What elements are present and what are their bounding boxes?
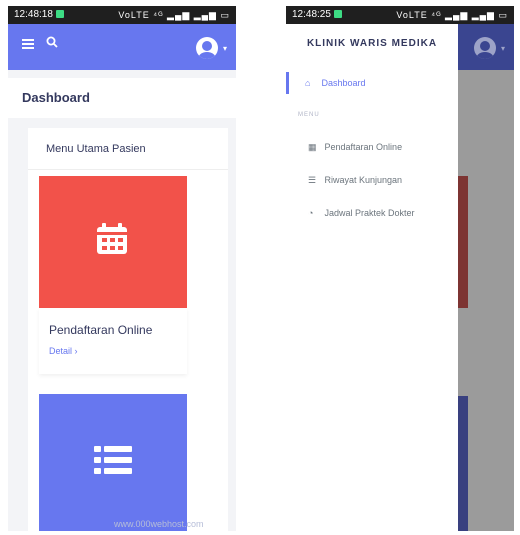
sidebar-item-pendaftaran[interactable]: ▦ Pendaftaran Online: [286, 136, 458, 158]
sidebar-item-label: Dashboard: [321, 78, 366, 88]
sidebar-item-riwayat[interactable]: ☰ Riwayat Kunjungan: [286, 169, 458, 191]
top-navbar: ▾: [8, 24, 236, 70]
chevron-down-icon[interactable]: ▾: [223, 44, 227, 53]
sidebar-item-label: Riwayat Kunjungan: [324, 175, 403, 185]
registration-tile-footer: Pendaftaran Online Detail ›: [39, 308, 187, 374]
sidebar-item-label: Jadwal Praktek Dokter: [324, 208, 415, 218]
hamburger-icon[interactable]: [22, 39, 34, 49]
dimmed-tile-edge: [458, 396, 468, 531]
notification-icon: [55, 10, 64, 18]
brand-name[interactable]: KLINIK WARIS MEDIKA: [286, 24, 458, 64]
list-icon: ☰: [308, 175, 317, 185]
status-icons: VoLTE ⁴ᴳ ▂▄▆ ▂▄▆ ▭: [118, 10, 230, 20]
sidebar-open-screen: 12:48:25 VoLTE ⁴ᴳ ▂▄▆ ▂▄▆ ▭ ▾ KLINIK WAR…: [286, 6, 514, 531]
watermark: www.000webhost.com: [114, 519, 204, 529]
sidebar-drawer: KLINIK WARIS MEDIKA ⌂ Dashboard MENU ▦ P…: [286, 24, 458, 531]
calendar-icon: [97, 223, 127, 254]
calendar-icon: ▦: [308, 142, 317, 152]
list-icon: [94, 446, 132, 474]
chevron-down-icon: ▾: [501, 44, 506, 53]
sidebar-item-dashboard[interactable]: ⌂ Dashboard: [286, 72, 458, 94]
sidebar-item-jadwal[interactable]: ◔ Jadwal Praktek Dokter: [286, 202, 458, 224]
card-title: Menu Utama Pasien: [28, 128, 228, 170]
page-title: Dashboard: [8, 78, 236, 118]
patient-menu-card: Menu Utama Pasien Pendaftaran Online Det…: [28, 128, 228, 531]
tile-title: Pendaftaran Online: [49, 323, 153, 337]
status-time: 12:48:18: [14, 9, 53, 20]
sidebar-item-label: Pendaftaran Online: [324, 142, 403, 152]
detail-link[interactable]: Detail ›: [49, 346, 78, 356]
search-icon[interactable]: [46, 36, 58, 48]
user-avatar-icon[interactable]: [196, 37, 218, 59]
menu-header: MENU: [298, 112, 320, 118]
home-icon: ⌂: [305, 78, 311, 88]
dashboard-screen: 12:48:18 VoLTE ⁴ᴳ ▂▄▆ ▂▄▆ ▭ ▾ Dashboard …: [8, 6, 236, 531]
notification-icon: [333, 10, 342, 18]
status-icons: VoLTE ⁴ᴳ ▂▄▆ ▂▄▆ ▭: [396, 10, 508, 20]
dimmed-tile-edge: [458, 176, 468, 308]
user-avatar-icon: [474, 37, 496, 59]
registration-tile[interactable]: [39, 176, 187, 308]
status-time: 12:48:25: [292, 9, 331, 20]
history-tile[interactable]: [39, 394, 187, 531]
clock-icon: ◔: [308, 208, 314, 218]
status-bar: 12:48:18 VoLTE ⁴ᴳ ▂▄▆ ▂▄▆ ▭: [8, 6, 236, 24]
status-bar: 12:48:25 VoLTE ⁴ᴳ ▂▄▆ ▂▄▆ ▭: [286, 6, 514, 24]
